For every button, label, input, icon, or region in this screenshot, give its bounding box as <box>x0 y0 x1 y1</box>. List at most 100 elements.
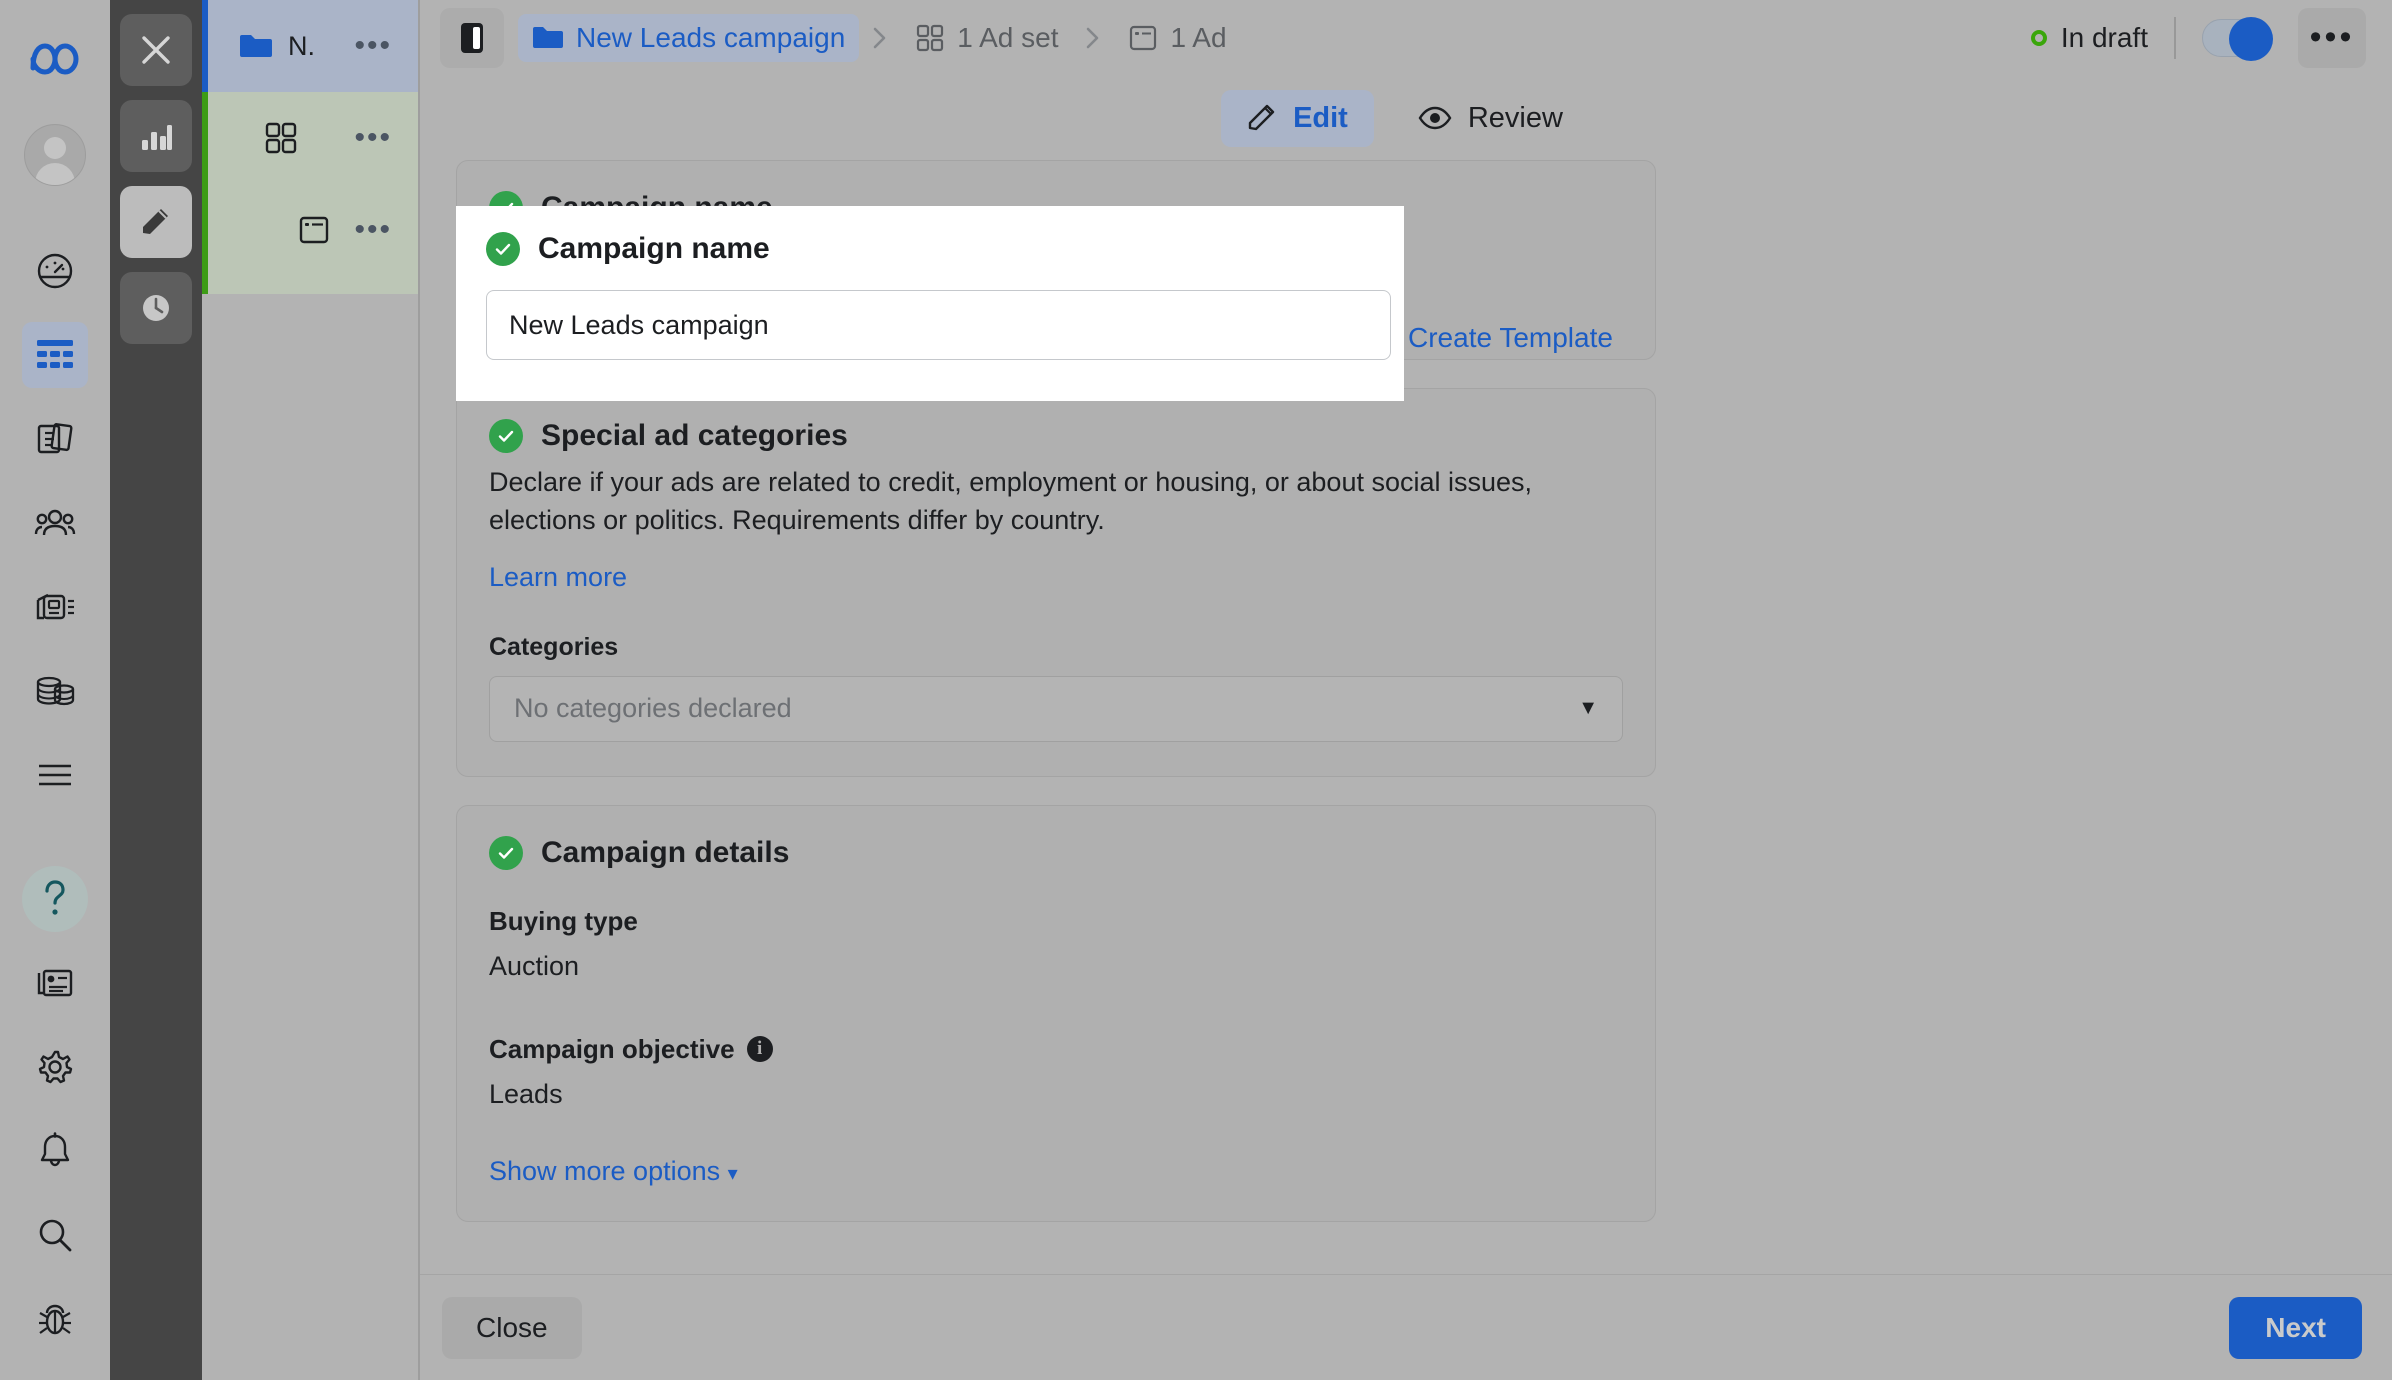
tree-row-menu-adset[interactable]: ••• <box>354 129 392 147</box>
spotlight-title: Campaign name <box>538 232 770 266</box>
clock-icon <box>139 291 173 325</box>
status-label: In draft <box>2061 22 2148 54</box>
gear-icon <box>36 1048 74 1086</box>
sidebar-item-news[interactable] <box>22 950 88 1016</box>
media-library-icon <box>34 590 76 624</box>
meta-logo-icon[interactable] <box>28 40 82 78</box>
ad-window-icon <box>1128 24 1158 52</box>
card-campaign-details-title: Campaign details <box>541 836 789 870</box>
tree-green-spacer <box>202 276 418 294</box>
sidebar-item-table[interactable] <box>22 322 88 388</box>
card-special-ad-header: Special ad categories <box>489 419 1623 453</box>
categories-label: Categories <box>489 633 1623 662</box>
grid-icon <box>264 121 298 155</box>
search-icon <box>37 1217 73 1253</box>
tree-row-menu-campaign[interactable]: ••• <box>354 37 392 55</box>
bell-icon <box>38 1132 72 1170</box>
sidebar-item-search[interactable] <box>22 1202 88 1268</box>
campaign-name-input[interactable]: New Leads campaign <box>486 290 1391 360</box>
top-bar-right: In draft ••• <box>2031 8 2366 68</box>
folder-icon <box>238 32 274 60</box>
next-button[interactable]: Next <box>2229 1297 2362 1359</box>
detail-campaign-objective: Campaign objective i Leads <box>489 1034 1623 1110</box>
tab-edit[interactable]: Edit <box>1221 90 1374 147</box>
breadcrumb-item-ad[interactable]: 1 Ad <box>1114 14 1240 62</box>
tab-review[interactable]: Review <box>1392 90 1589 147</box>
toolbar-edit-button[interactable] <box>120 186 192 258</box>
campaign-name-spotlight-overlay: Campaign name New Leads campaign <box>456 206 1404 401</box>
tree-row-adset[interactable]: ••• <box>202 92 418 184</box>
learn-more-link[interactable]: Learn more <box>489 562 627 593</box>
buying-type-value: Auction <box>489 951 1623 982</box>
close-button[interactable]: Close <box>442 1297 582 1359</box>
toolbar-history-button[interactable] <box>120 272 192 344</box>
panel-toggle-button[interactable] <box>440 8 504 68</box>
breadcrumb-separator-1 <box>869 24 891 52</box>
campaign-objective-label: Campaign objective i <box>489 1034 1623 1065</box>
side-panel-icon <box>458 21 486 55</box>
app-root: N. ••• ••• <box>0 0 2392 1380</box>
rail-bottom-icons <box>22 866 88 1380</box>
left-nav-rail <box>0 0 110 1380</box>
coins-icon <box>34 674 76 708</box>
sidebar-item-dashboard[interactable] <box>22 238 88 304</box>
sidebar-item-notifications[interactable] <box>22 1118 88 1184</box>
detail-buying-type: Buying type Auction <box>489 906 1623 982</box>
sidebar-item-documents[interactable] <box>22 406 88 472</box>
toolbar-insights-button[interactable] <box>120 100 192 172</box>
show-more-options-row: Show more options ▾ <box>489 1156 1623 1187</box>
table-icon <box>35 338 75 372</box>
news-card-icon <box>35 967 75 999</box>
card-campaign-details: Campaign details Buying type Auction Cam… <box>456 805 1656 1222</box>
sidebar-item-settings[interactable] <box>22 1034 88 1100</box>
buying-type-label: Buying type <box>489 906 1623 937</box>
special-ad-description: Declare if your ads are related to credi… <box>489 463 1579 540</box>
breadcrumb-separator-2 <box>1082 24 1104 52</box>
breadcrumb-item-campaign[interactable]: New Leads campaign <box>518 14 859 62</box>
documents-icon <box>35 420 75 458</box>
campaign-objective-value: Leads <box>489 1079 1623 1110</box>
sidebar-item-help[interactable] <box>22 866 88 932</box>
categories-select-value: No categories declared <box>514 693 792 724</box>
close-x-icon <box>139 33 173 67</box>
speedometer-icon <box>35 251 75 291</box>
tab-review-label: Review <box>1468 102 1563 135</box>
ad-window-icon <box>298 215 330 245</box>
sidebar-item-billing[interactable] <box>22 658 88 724</box>
question-mark-icon <box>38 879 72 919</box>
chevron-down-icon: ▾ <box>728 1163 738 1185</box>
tree-label-campaign: N. <box>288 31 315 62</box>
campaign-tree-panel: N. ••• ••• <box>202 0 418 1380</box>
create-template-link[interactable]: Create Template <box>1408 322 1613 354</box>
tree-row-ad[interactable]: ••• <box>202 184 418 276</box>
more-options-button[interactable]: ••• <box>2298 8 2366 68</box>
sidebar-item-report-bug[interactable] <box>22 1286 88 1352</box>
breadcrumb-item-adset[interactable]: 1 Ad set <box>901 14 1072 62</box>
people-icon <box>34 507 76 539</box>
edit-review-tabs: Edit Review <box>418 76 2392 160</box>
spotlight-header: Campaign name <box>486 232 1374 266</box>
toolbar-close-button[interactable] <box>120 14 192 86</box>
categories-select[interactable]: No categories declared ▼ <box>489 676 1623 742</box>
check-icon <box>489 419 523 453</box>
grid-icon <box>915 23 945 53</box>
vertical-divider <box>2174 17 2176 59</box>
top-bar: New Leads campaign <box>418 0 2392 76</box>
card-special-ad-categories: Special ad categories Declare if your ad… <box>456 388 1656 777</box>
tree-row-menu-ad[interactable]: ••• <box>354 221 392 239</box>
chevron-down-icon: ▼ <box>1578 697 1598 720</box>
avatar[interactable] <box>24 124 86 186</box>
sidebar-item-more[interactable] <box>22 742 88 808</box>
sidebar-item-media[interactable] <box>22 574 88 640</box>
card-campaign-details-header: Campaign details <box>489 836 1623 870</box>
show-more-options-link[interactable]: Show more options ▾ <box>489 1156 738 1187</box>
show-more-options-label: Show more options <box>489 1156 720 1186</box>
campaign-objective-label-text: Campaign objective <box>489 1034 735 1065</box>
bar-chart-icon <box>139 120 173 152</box>
floating-dark-toolbar <box>110 0 202 1380</box>
sidebar-item-audiences[interactable] <box>22 490 88 556</box>
pencil-icon <box>1247 103 1277 133</box>
tree-row-campaign[interactable]: N. ••• <box>202 0 418 92</box>
info-icon[interactable]: i <box>747 1036 773 1062</box>
campaign-active-toggle[interactable] <box>2202 19 2272 57</box>
